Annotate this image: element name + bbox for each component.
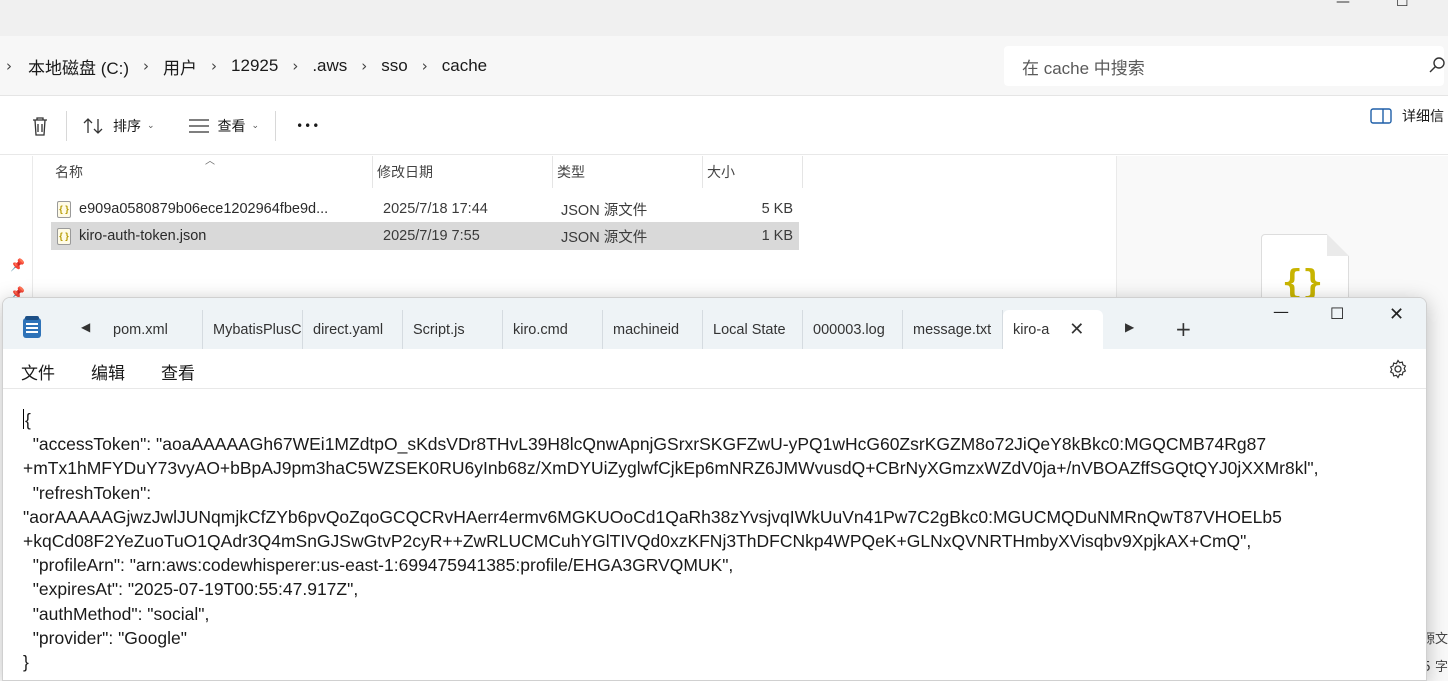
file-size: 1 KB — [761, 228, 793, 244]
code-line: "profileArn": "arn:aws:codewhisperer:us-… — [23, 555, 734, 576]
trash-icon — [33, 116, 47, 136]
menu-edit[interactable]: 编辑 — [91, 359, 125, 384]
pin-icon[interactable]: 📌 — [10, 258, 25, 272]
code-line: "expiresAt": "2025-07-19T00:55:47.917Z", — [23, 579, 359, 600]
toolbar-divider — [275, 110, 277, 141]
command-bar: 排序 ⌄ 查看 ⌄ ••• 详细信 — [0, 97, 1448, 155]
gear-icon[interactable] — [1388, 359, 1408, 379]
minimize-icon[interactable]: — — [1336, 0, 1350, 10]
tab-local-state[interactable]: Local State — [703, 310, 803, 349]
tab-machineid[interactable]: machineid — [603, 310, 703, 349]
address-bar: › 本地磁盘 (C:) › 用户 › 12925 › .aws › sso › … — [0, 36, 1448, 96]
column-header-size[interactable]: 大小 — [703, 156, 803, 188]
delete-button[interactable] — [22, 106, 58, 146]
breadcrumb-item[interactable]: .aws — [312, 56, 347, 76]
breadcrumb-item[interactable]: cache — [442, 56, 487, 76]
chevron-right-icon[interactable]: › — [422, 57, 428, 75]
code-line: } — [23, 652, 29, 673]
chevron-down-icon: ⌄ — [147, 120, 155, 131]
scroll-tabs-right-icon[interactable]: ▶ — [1125, 320, 1134, 334]
tab-mybatisplus[interactable]: MybatisPlusC — [203, 310, 303, 349]
menu-view[interactable]: 查看 — [161, 359, 195, 384]
file-date: 2025/7/18 17:44 — [383, 201, 488, 217]
close-window-icon[interactable]: ✕ — [1389, 304, 1404, 325]
new-tab-icon[interactable]: + — [1175, 317, 1192, 341]
code-line: "authMethod": "social", — [23, 603, 210, 624]
maximize-icon[interactable]: ☐ — [1330, 304, 1344, 323]
breadcrumb-item[interactable]: 用户 — [163, 54, 197, 79]
menu-file[interactable]: 文件 — [21, 359, 55, 384]
more-options-button[interactable]: ••• — [284, 106, 328, 146]
chevron-right-icon[interactable]: › — [143, 57, 149, 75]
close-tab-icon[interactable]: ✕ — [1069, 319, 1084, 340]
file-type: JSON 源文件 — [561, 202, 648, 219]
file-type: JSON 源文件 — [561, 229, 648, 246]
search-input[interactable]: 在 cache 中搜索 — [1004, 46, 1446, 86]
file-row-selected[interactable]: { } kiro-auth-token.json 2025/7/19 7:55 J… — [51, 222, 799, 250]
search-placeholder: 在 cache 中搜索 — [1022, 58, 1145, 78]
view-button[interactable]: 查看 ⌄ — [180, 106, 268, 146]
code-line: +kqCd08F2YeZuoTuO1QAdr3Q4mSnGJSwGtvP2cyR… — [23, 531, 1252, 552]
tab-script-js[interactable]: Script.js — [403, 310, 503, 349]
explorer-titlebar: — ☐ — [0, 0, 1448, 36]
json-file-icon: { } — [57, 227, 71, 245]
column-headers: 名称 修改日期 类型 大小 — [51, 156, 803, 188]
minimize-icon[interactable]: — — [1273, 302, 1289, 321]
breadcrumb: › 本地磁盘 (C:) › 用户 › 12925 › .aws › sso › … — [0, 36, 487, 96]
tab-000003-log[interactable]: 000003.log — [803, 310, 903, 349]
code-line: "accessToken": "aoaAAAAAGh67WEi1MZdtpO_s… — [23, 434, 1267, 455]
maximize-icon[interactable]: ☐ — [1396, 0, 1409, 10]
sort-label: 排序 — [113, 118, 141, 135]
tab-strip: pom.xml MybatisPlusC direct.yaml Script.… — [103, 310, 1103, 349]
file-date: 2025/7/19 7:55 — [383, 228, 480, 244]
details-pane-icon — [1370, 108, 1392, 124]
chevron-right-icon[interactable]: › — [361, 57, 367, 75]
scroll-tabs-left-icon[interactable]: ◀ — [81, 320, 90, 334]
view-icon — [188, 118, 209, 133]
details-label: 详细信 — [1402, 109, 1444, 125]
view-label: 查看 — [217, 118, 246, 135]
file-name: kiro-auth-token.json — [79, 228, 207, 244]
chevron-right-icon[interactable]: › — [292, 57, 298, 75]
search-icon[interactable] — [1428, 56, 1446, 74]
tab-kiro-cmd[interactable]: kiro.cmd — [503, 310, 603, 349]
notepad-window: ◀ pom.xml MybatisPlusC direct.yaml Scrip… — [2, 297, 1427, 681]
json-file-icon: { } — [57, 200, 71, 218]
code-line: "refreshToken": — [23, 482, 152, 503]
details-pane-button[interactable]: 详细信 — [1370, 106, 1444, 126]
chevron-right-icon[interactable]: › — [6, 57, 12, 75]
notepad-app-icon — [23, 316, 41, 338]
notepad-titlebar: ◀ pom.xml MybatisPlusC direct.yaml Scrip… — [3, 298, 1426, 349]
column-header-name[interactable]: 名称 — [51, 156, 373, 188]
menu-bar: 文件 编辑 查看 — [3, 349, 1426, 389]
file-row[interactable]: { } e909a0580879b06ece1202964fbe9d... 202… — [51, 195, 799, 223]
text-caret — [23, 409, 24, 429]
toolbar-divider — [66, 110, 67, 141]
code-line: +mTx1hMFYDuY73vyAO+bBpAJ9pm3haC5WZSEK0RU… — [23, 458, 1319, 479]
text-editor[interactable]: { "accessToken": "aoaAAAAAGh67WEi1MZdtpO… — [3, 390, 1426, 680]
file-size: 5 KB — [761, 201, 793, 217]
code-line: "provider": "Google" — [23, 627, 187, 648]
breadcrumb-item[interactable]: 12925 — [231, 56, 278, 76]
chevron-right-icon[interactable]: › — [211, 57, 217, 75]
code-line: { — [25, 410, 31, 430]
tab-direct-yaml[interactable]: direct.yaml — [303, 310, 403, 349]
code-line: "aorAAAAAGjwzJwlJUNqmjkCfZYb6pvQoZqoGCQC… — [23, 506, 1282, 527]
tab-pom-xml[interactable]: pom.xml — [103, 310, 203, 349]
sort-button[interactable]: 排序 ⌄ — [75, 106, 163, 146]
chevron-down-icon: ⌄ — [251, 120, 260, 131]
column-header-type[interactable]: 类型 — [553, 156, 703, 188]
sort-icon — [83, 117, 103, 134]
editor-content: { "accessToken": "aoaAAAAAGh67WEi1MZdtpO… — [23, 408, 1426, 674]
tab-message-txt[interactable]: message.txt — [903, 310, 1003, 349]
file-name: e909a0580879b06ece1202964fbe9d... — [79, 201, 329, 217]
tab-kiro-auth-token[interactable]: kiro-a ✕ — [1003, 310, 1103, 349]
breadcrumb-item[interactable]: 本地磁盘 (C:) — [28, 54, 129, 79]
column-header-date[interactable]: 修改日期 — [373, 156, 553, 188]
breadcrumb-item[interactable]: sso — [381, 56, 407, 76]
